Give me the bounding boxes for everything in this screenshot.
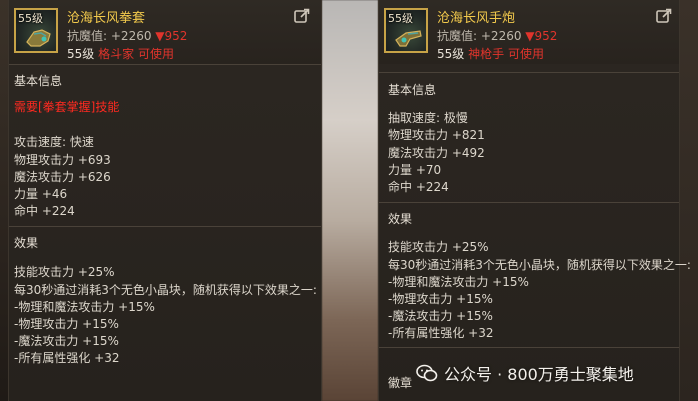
effect-line: -魔法攻击力 +15% — [14, 334, 119, 348]
effect-line: -物理和魔法攻击力 +15% — [388, 275, 529, 289]
effect-line: -所有属性强化 +32 — [14, 351, 120, 365]
usable-status: 可使用 — [137, 47, 174, 61]
required-level: 55级 — [67, 47, 95, 61]
gauntlet-icon — [26, 29, 51, 47]
required-level: 55级 — [437, 47, 465, 61]
share-icon[interactable] — [294, 8, 310, 23]
stat-line: 力量 +70 — [388, 163, 442, 177]
item-icon[interactable]: 55级 — [14, 8, 58, 53]
header-divider — [379, 72, 679, 73]
magic-resist-value: +2260 — [110, 29, 152, 43]
item-name: 沧海长风手炮 — [437, 11, 516, 26]
stat-line: 魔法攻击力 +626 — [14, 170, 111, 184]
required-class: 格斗家 — [98, 47, 135, 61]
effect-line: -所有属性强化 +32 — [388, 326, 494, 340]
effect-title: 效果 — [14, 236, 39, 250]
effect-line: -魔法攻击力 +15% — [388, 309, 493, 323]
requirement-row: 55级 神枪手 可使用 — [437, 45, 544, 62]
requirement-row: 55级 格斗家 可使用 — [67, 45, 174, 62]
stat-line: 力量 +46 — [14, 187, 68, 201]
effect-line: 技能攻击力 +25% — [14, 265, 115, 279]
magic-resist-row: 抗魔值: +2260 ▼952 — [67, 27, 187, 44]
effect-line: -物理攻击力 +15% — [14, 317, 119, 331]
item-tooltip-right: 55级 沧海长风手炮 抗魔值: +2260 ▼952 55级 神枪手 可使用 基… — [378, 0, 691, 401]
stat-line: 命中 +224 — [14, 204, 75, 218]
emblem-title: 徽章 — [388, 376, 413, 390]
share-icon[interactable] — [656, 8, 672, 23]
header-divider — [9, 64, 321, 65]
section-divider — [379, 347, 679, 348]
magic-resist-diff: ▼952 — [155, 29, 188, 43]
magic-resist-diff: ▼952 — [525, 29, 558, 43]
tooltip-header: 55级 沧海长风拳套 抗魔值: +2260 ▼952 55级 格斗家 可使用 — [9, 0, 321, 64]
stat-line: 物理攻击力 +821 — [388, 128, 485, 142]
watermark-text: 公众号 · 800万勇士聚集地 — [444, 365, 634, 384]
usable-status: 可使用 — [507, 47, 544, 61]
required-class: 神枪手 — [468, 47, 505, 61]
effect-line: 每30秒通过消耗3个无色小晶块，随机获得以下效果之一: — [14, 283, 317, 297]
magic-resist-label: 抗魔值: — [437, 29, 478, 43]
background-left — [0, 0, 8, 401]
stat-line: 魔法攻击力 +492 — [388, 146, 485, 160]
basic-info-title: 基本信息 — [388, 83, 437, 97]
watermark: 公众号 · 800万勇士聚集地 — [416, 362, 634, 384]
item-name: 沧海长风拳套 — [67, 11, 146, 26]
section-divider — [379, 202, 679, 203]
skill-requirement: 需要[拳套掌握]技能 — [14, 100, 120, 114]
stat-line: 命中 +224 — [388, 180, 449, 194]
basic-info-title: 基本信息 — [14, 74, 63, 88]
effect-title: 效果 — [388, 212, 413, 226]
item-icon[interactable]: 55级 — [384, 8, 428, 53]
effect-line: 每30秒通过消耗3个无色小晶块，随机获得以下效果之一: — [388, 258, 691, 272]
magic-resist-label: 抗魔值: — [67, 29, 108, 43]
hand-cannon-icon — [395, 30, 422, 47]
background-middle — [322, 0, 378, 401]
magic-resist-value: +2260 — [480, 29, 522, 43]
stat-line: 攻击速度: 快速 — [14, 135, 94, 149]
stat-line: 物理攻击力 +693 — [14, 153, 111, 167]
section-divider — [9, 226, 321, 227]
effect-line: 技能攻击力 +25% — [388, 240, 489, 254]
effect-line: -物理攻击力 +15% — [388, 292, 493, 306]
effect-line: -物理和魔法攻击力 +15% — [14, 300, 155, 314]
wechat-logo-icon — [416, 364, 438, 382]
stat-line: 抽取速度: 极慢 — [388, 111, 468, 125]
item-tooltip-left: 55级 沧海长风拳套 抗魔值: +2260 ▼952 55级 格斗家 可使用 基… — [8, 0, 322, 401]
tooltip-header: 55级 沧海长风手炮 抗魔值: +2260 ▼952 55级 神枪手 可使用 — [379, 0, 679, 64]
background-right — [680, 0, 698, 401]
magic-resist-row: 抗魔值: +2260 ▼952 — [437, 27, 557, 44]
